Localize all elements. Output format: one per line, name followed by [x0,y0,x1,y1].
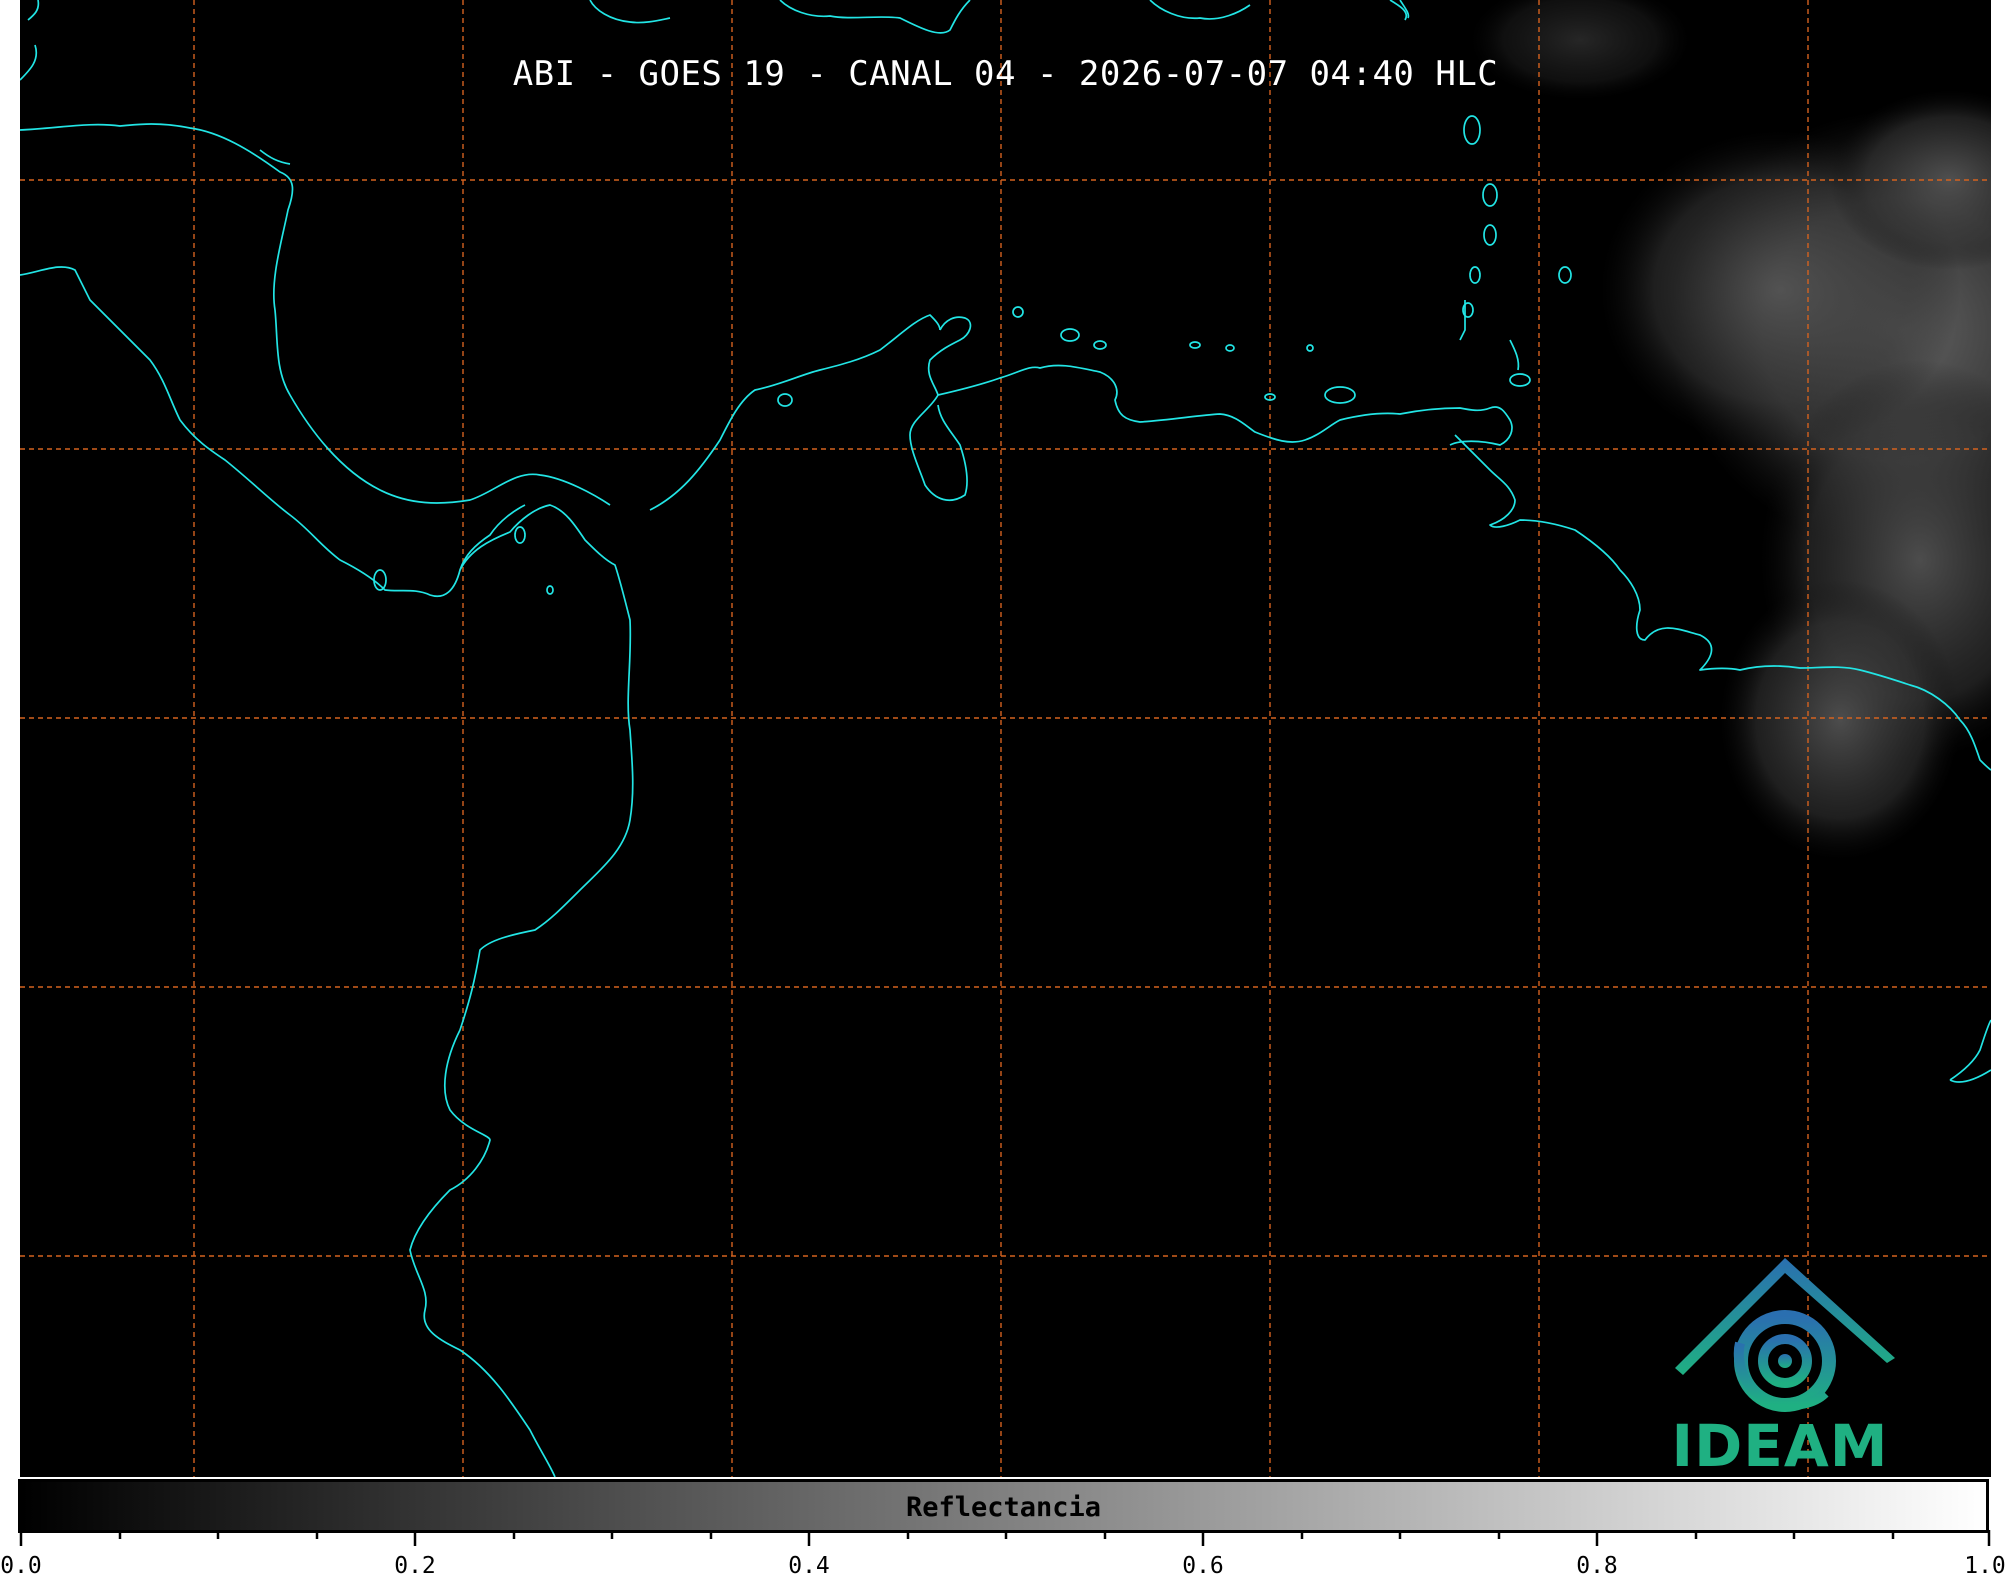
colorbar: Reflectancia [18,1479,1989,1533]
colorbar-tick-label: 1.0 [1964,1553,2006,1577]
colorbar-tick-label: 0.2 [394,1553,436,1577]
colorbar-tick-label: 0.8 [1576,1553,1618,1577]
colorbar-tick-label: 0.6 [1182,1553,1224,1577]
satellite-image-page: ABI - GOES 19 - CANAL 04 - 2026-07-07 04… [0,0,2011,1577]
cloud-field [1470,0,1991,860]
image-title: ABI - GOES 19 - CANAL 04 - 2026-07-07 04… [512,54,1499,94]
ideam-logo-text: IDEAM [1671,1412,1889,1477]
colorbar-ticks [19,1530,1991,1546]
satellite-map: ABI - GOES 19 - CANAL 04 - 2026-07-07 04… [20,0,1991,1477]
colorbar-tick-label: 0.0 [0,1553,42,1577]
colorbar-label: Reflectancia [905,1492,1102,1523]
colorbar-tick-label: 0.4 [788,1553,830,1577]
